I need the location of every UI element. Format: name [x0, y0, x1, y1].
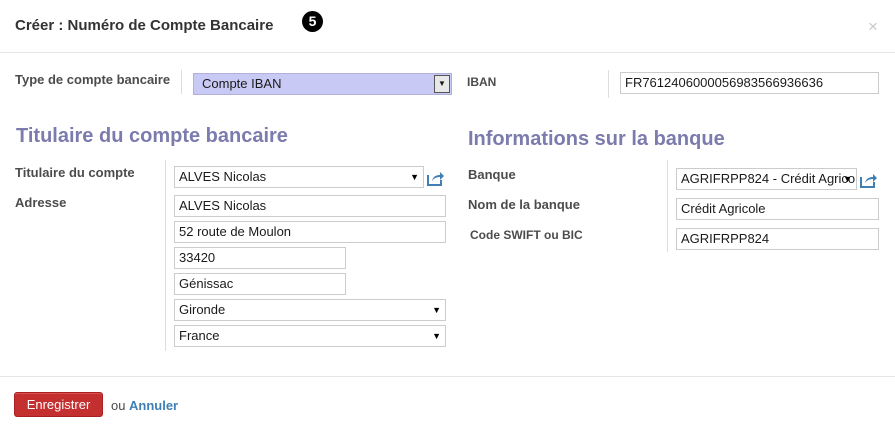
owner-label: Titulaire du compte	[15, 165, 135, 180]
chevron-down-icon[interactable]: ▼	[410, 167, 419, 187]
chevron-down-icon[interactable]: ▼	[432, 326, 441, 346]
account-type-label: Type de compte bancaire	[15, 72, 171, 87]
divider	[667, 160, 668, 252]
city-input[interactable]: Génissac	[174, 273, 346, 295]
divider	[181, 70, 182, 94]
bank-section-title: Informations sur la banque	[468, 128, 725, 150]
bank-value: AGRIFRPP824 - Crédit Agricole	[681, 171, 857, 186]
close-icon[interactable]: ×	[868, 18, 878, 36]
swift-label: Code SWIFT ou BIC	[470, 228, 583, 242]
state-value: Gironde	[179, 302, 226, 317]
dialog-title: Créer : Numéro de Compte Bancaire	[15, 17, 274, 34]
zip-input[interactable]: 33420	[174, 247, 346, 269]
owner-select[interactable]: ALVES Nicolas ▼	[174, 166, 424, 188]
bank-name-label: Nom de la banque	[468, 197, 580, 212]
bank-name-input[interactable]: Crédit Agricole	[676, 198, 879, 220]
swift-input[interactable]: AGRIFRPP824	[676, 228, 879, 250]
external-link-icon[interactable]	[860, 172, 878, 188]
dialog-header: Créer : Numéro de Compte Bancaire 5 ×	[0, 0, 895, 53]
account-type-select[interactable]: Compte IBAN ▼	[193, 73, 452, 95]
iban-input[interactable]: FR7612406000056983566936636	[620, 72, 879, 94]
footer-divider	[0, 376, 895, 377]
divider	[165, 160, 166, 351]
save-button[interactable]: Enregistrer	[14, 392, 103, 417]
holder-section-title: Titulaire du compte bancaire	[16, 125, 288, 147]
account-type-value: Compte IBAN	[202, 76, 282, 91]
cancel-link[interactable]: Annuler	[129, 398, 178, 413]
street-input[interactable]: 52 route de Moulon	[174, 221, 446, 243]
divider	[608, 70, 609, 98]
bank-label: Banque	[468, 167, 516, 182]
or-text: ou	[111, 398, 126, 413]
address-name-input[interactable]: ALVES Nicolas	[174, 195, 446, 217]
state-select[interactable]: Gironde ▼	[174, 299, 446, 321]
owner-value: ALVES Nicolas	[179, 169, 267, 184]
chevron-down-icon[interactable]: ▼	[843, 169, 852, 189]
chevron-down-icon[interactable]: ▼	[434, 75, 450, 93]
external-link-icon[interactable]	[427, 170, 445, 186]
iban-label: IBAN	[467, 75, 497, 89]
step-badge: 5	[302, 11, 323, 32]
address-label: Adresse	[15, 195, 67, 210]
country-select[interactable]: France ▼	[174, 325, 446, 347]
country-value: France	[179, 328, 220, 343]
bank-select[interactable]: AGRIFRPP824 - Crédit Agricole ▼	[676, 168, 857, 190]
chevron-down-icon[interactable]: ▼	[432, 300, 441, 320]
